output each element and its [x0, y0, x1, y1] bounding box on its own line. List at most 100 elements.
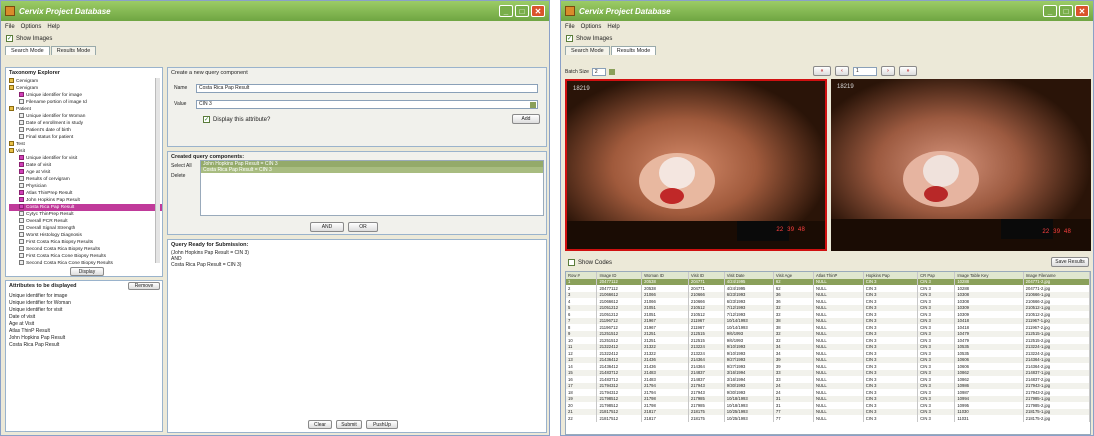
tree-node[interactable]: John Hopkins Pap Result: [9, 197, 162, 204]
batch-size-field[interactable]: 2: [591, 67, 606, 76]
close-button[interactable]: ✕: [531, 5, 545, 17]
attribute-item[interactable]: Atlas ThinP Result: [9, 328, 159, 335]
tree-node[interactable]: Final status for patient: [9, 134, 162, 141]
and-button[interactable]: AND: [310, 222, 344, 232]
cervix-photo-2: [831, 79, 1091, 251]
attribute-item[interactable]: Unique identifier for image: [9, 293, 159, 300]
tree-node-label: Patient's date of birth: [26, 128, 71, 133]
first-page-icon[interactable]: «: [813, 66, 831, 76]
next-page-icon[interactable]: ›: [881, 66, 895, 76]
query-ready-panel: Query Ready for Submission: (John Hopkin…: [167, 239, 547, 433]
tree-node[interactable]: Second Costa Rica Cone Biopsy Results: [9, 260, 162, 266]
tree-node[interactable]: Overall Signal Strength: [9, 225, 162, 232]
tab-search-mode[interactable]: Search Mode: [565, 46, 610, 55]
display-attribute-checkbox[interactable]: ✓ Display this attribute?: [198, 114, 275, 125]
colposcopy-image-1[interactable]: 18219 22 39 48: [565, 79, 827, 251]
taxonomy-explorer: Taxonomy Explorer Cervigram Cervigram Uniq…: [5, 67, 163, 277]
tree-node[interactable]: Physician: [9, 183, 162, 190]
tree-node-label: Patient: [16, 107, 31, 112]
menu-options[interactable]: Options: [21, 24, 42, 30]
tab-results-mode[interactable]: Results Mode: [610, 46, 657, 55]
tree-node[interactable]: Age at Visit: [9, 169, 162, 176]
show-codes-checkbox[interactable]: Show Codes: [563, 257, 617, 268]
show-codes-label: Show Codes: [578, 259, 613, 266]
tree-node[interactable]: Unique identifier for Woman: [9, 113, 162, 120]
show-images-checkbox[interactable]: ✓ Show Images: [561, 33, 1093, 44]
menu-file[interactable]: File: [565, 24, 575, 30]
name-field[interactable]: Costa Rica Pap Result: [196, 84, 538, 93]
app-icon: [565, 6, 575, 16]
component-item[interactable]: Costa Rica Pap Result = CIN 3: [201, 167, 543, 173]
menu-help[interactable]: Help: [47, 24, 59, 30]
maximize-button[interactable]: □: [1059, 5, 1073, 17]
attribute-item[interactable]: Unique identifier for Woman: [9, 300, 159, 307]
select-all-link[interactable]: Select All: [171, 163, 192, 169]
menu-options[interactable]: Options: [581, 24, 602, 30]
maximize-button[interactable]: □: [515, 5, 529, 17]
tree-node[interactable]: Cervigram: [9, 85, 162, 92]
clear-button[interactable]: Clear: [308, 420, 332, 429]
page-number-field[interactable]: 1: [853, 66, 877, 76]
chevron-down-icon: [530, 102, 536, 108]
attribute-item[interactable]: Age at Visit: [9, 321, 159, 328]
title-bar: Cervix Project Database _ □ ✕: [561, 1, 1093, 21]
attribute-icon: [19, 232, 24, 238]
pushup-button[interactable]: PushUp: [366, 420, 398, 429]
or-button[interactable]: OR: [348, 222, 378, 232]
attribute-item[interactable]: Costa Rica Pap Result: [9, 342, 159, 349]
tree-node[interactable]: Costa Rica Pap Result: [9, 204, 162, 211]
submit-button[interactable]: Submit: [336, 420, 362, 429]
menu-help[interactable]: Help: [607, 24, 619, 30]
attribute-item[interactable]: Unique identifier for visit: [9, 307, 159, 314]
add-button[interactable]: Add: [512, 114, 540, 124]
tree-node[interactable]: Unique identifier for visit: [9, 155, 162, 162]
pager: « ‹ 1 › »: [813, 66, 917, 76]
image-timestamp: 22 39 48: [776, 226, 805, 233]
tree-node[interactable]: Cytyc ThinPrep Result: [9, 211, 162, 218]
tree-node[interactable]: Patient: [9, 106, 162, 113]
tree-node[interactable]: Test: [9, 141, 162, 148]
tree-node[interactable]: Visit: [9, 148, 162, 155]
tree-node[interactable]: Overall PCR Result: [9, 218, 162, 225]
tree-node[interactable]: First Costa Rica Biopsy Results: [9, 239, 162, 246]
components-list[interactable]: John Hopkins Pap Result = CIN 3 Costa Ri…: [200, 160, 544, 216]
tree-node[interactable]: Date of enrollment in study: [9, 120, 162, 127]
tree-node-label: John Hopkins Pap Result: [26, 198, 80, 203]
show-images-checkbox[interactable]: ✓ Show Images: [1, 33, 549, 44]
display-button[interactable]: Display: [70, 267, 104, 276]
tree-node[interactable]: Atlas ThinPrep Result: [9, 190, 162, 197]
attribute-item[interactable]: John Hopkins Pap Result: [9, 335, 159, 342]
delete-link[interactable]: Delete: [171, 173, 185, 179]
prev-page-icon[interactable]: ‹: [835, 66, 849, 76]
show-images-label: Show Images: [576, 35, 613, 42]
tree-node-label: Costa Rica Pap Result: [26, 205, 75, 210]
last-page-icon[interactable]: »: [899, 66, 917, 76]
tree-scrollbar[interactable]: [155, 78, 160, 263]
tree-node[interactable]: Filename portion of image Id: [9, 99, 162, 106]
save-results-button[interactable]: Save Results: [1051, 257, 1089, 267]
tree-node[interactable]: Unique identifier for image: [9, 92, 162, 99]
close-button[interactable]: ✕: [1075, 5, 1089, 17]
colposcopy-image-2[interactable]: 18219 22 39 48: [831, 79, 1091, 251]
value-select[interactable]: CIN 3: [196, 100, 538, 109]
tree-node[interactable]: First Costa Rica Cone Biopsy Results: [9, 253, 162, 260]
tree-node[interactable]: Worst Histology Diagnosis: [9, 232, 162, 239]
remove-button[interactable]: Remove: [128, 282, 160, 290]
tree-node-label: Cytyc ThinPrep Result: [26, 212, 74, 217]
tab-search-mode[interactable]: Search Mode: [5, 46, 50, 55]
table-row[interactable]: 22 21817512 21817 218175 10/25/1993 77 NULL CIN…: [566, 415, 1090, 422]
menu-bar: File Options Help: [561, 21, 1093, 33]
tree-node[interactable]: Date of visit: [9, 162, 162, 169]
minimize-button[interactable]: _: [1043, 5, 1057, 17]
tree-node[interactable]: Patient's date of birth: [9, 127, 162, 134]
tree-node[interactable]: Results of cervigram: [9, 176, 162, 183]
tree-node[interactable]: Second Costa Rica Biopsy Results: [9, 246, 162, 253]
tab-results-mode[interactable]: Results Mode: [50, 46, 97, 55]
table-cell: 77: [773, 415, 814, 422]
attribute-item[interactable]: Date of visit: [9, 314, 159, 321]
tree-node-label: Final status for patient: [26, 135, 74, 140]
chevron-down-icon[interactable]: [608, 68, 615, 75]
menu-file[interactable]: File: [5, 24, 15, 30]
minimize-button[interactable]: _: [499, 5, 513, 17]
tree-node[interactable]: Cervigram: [9, 78, 162, 85]
